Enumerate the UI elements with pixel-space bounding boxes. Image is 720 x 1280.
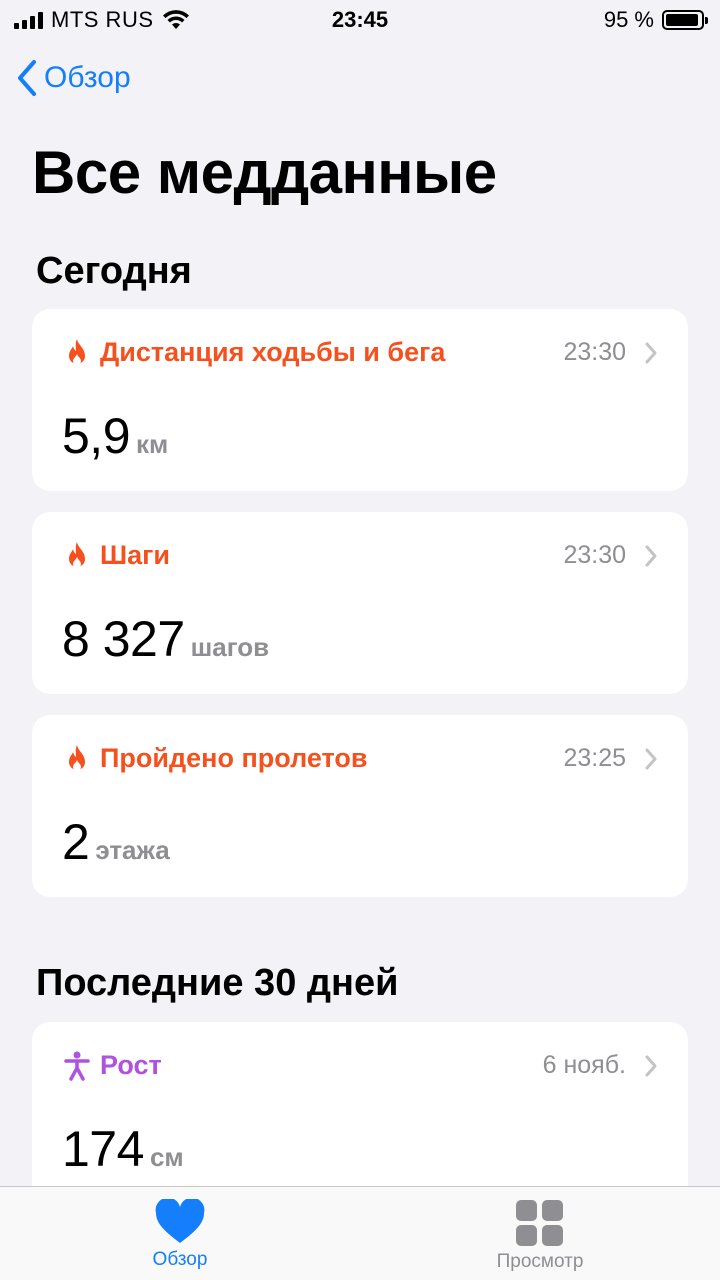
tab-summary[interactable]: Обзор bbox=[0, 1187, 360, 1280]
person-icon bbox=[64, 1051, 90, 1081]
carrier-name: MTS RUS bbox=[51, 7, 154, 32]
tab-bar: Обзор Просмотр bbox=[0, 1186, 720, 1280]
back-button[interactable]: Обзор bbox=[16, 58, 131, 98]
card-unit: этажа bbox=[95, 835, 170, 865]
flame-icon bbox=[69, 338, 85, 365]
battery-fill bbox=[666, 14, 699, 26]
card-value: 174 bbox=[62, 1121, 144, 1177]
card-label: Шаги bbox=[100, 540, 170, 570]
card-value: 8 327 bbox=[62, 611, 185, 667]
tab-browse[interactable]: Просмотр bbox=[360, 1187, 720, 1280]
card-time: 23:25 bbox=[563, 744, 626, 772]
card-label: Рост bbox=[100, 1050, 162, 1080]
battery-icon bbox=[662, 10, 708, 30]
status-left: MTS RUS bbox=[14, 7, 190, 33]
wifi-icon bbox=[162, 10, 189, 29]
card-unit: см bbox=[149, 1142, 184, 1172]
chevron-right-icon bbox=[645, 748, 657, 769]
page-title: Все медданные bbox=[32, 139, 497, 206]
section-title-last-30-days: Последние 30 дней bbox=[36, 962, 399, 1004]
status-right: 95 % bbox=[603, 7, 708, 33]
chevron-right-icon bbox=[645, 545, 657, 566]
card-walking-distance[interactable]: Дистанция ходьбы и бега 23:30 5,9 км bbox=[32, 309, 688, 491]
card-unit: км bbox=[136, 429, 169, 459]
flame-icon bbox=[69, 744, 85, 771]
card-time: 6 нояб. bbox=[542, 1051, 626, 1079]
card-flights-climbed[interactable]: Пройдено пролетов 23:25 2 этажа bbox=[32, 715, 688, 897]
card-steps[interactable]: Шаги 23:30 8 327 шагов bbox=[32, 512, 688, 694]
card-value: 5,9 bbox=[62, 408, 131, 464]
chevron-right-icon bbox=[645, 342, 657, 363]
card-time: 23:30 bbox=[563, 541, 626, 569]
card-time: 23:30 bbox=[563, 338, 626, 366]
chevron-left-icon bbox=[18, 60, 36, 96]
heart-icon bbox=[155, 1199, 205, 1243]
battery-percent: 95 % bbox=[603, 7, 654, 32]
card-label: Дистанция ходьбы и бега bbox=[100, 337, 446, 367]
tab-label: Обзор bbox=[152, 1249, 208, 1270]
grid-icon bbox=[516, 1200, 563, 1246]
status-bar: MTS RUS 23:45 95 % bbox=[0, 0, 720, 40]
section-title-today: Сегодня bbox=[36, 250, 192, 292]
card-value: 2 bbox=[62, 814, 90, 870]
signal-icon bbox=[14, 11, 43, 29]
tab-label: Просмотр bbox=[496, 1251, 584, 1272]
card-unit: шагов bbox=[190, 632, 270, 662]
card-label: Пройдено пролетов bbox=[100, 743, 368, 773]
back-label: Обзор bbox=[44, 61, 131, 94]
flame-icon bbox=[69, 541, 85, 568]
chevron-right-icon bbox=[645, 1055, 657, 1076]
